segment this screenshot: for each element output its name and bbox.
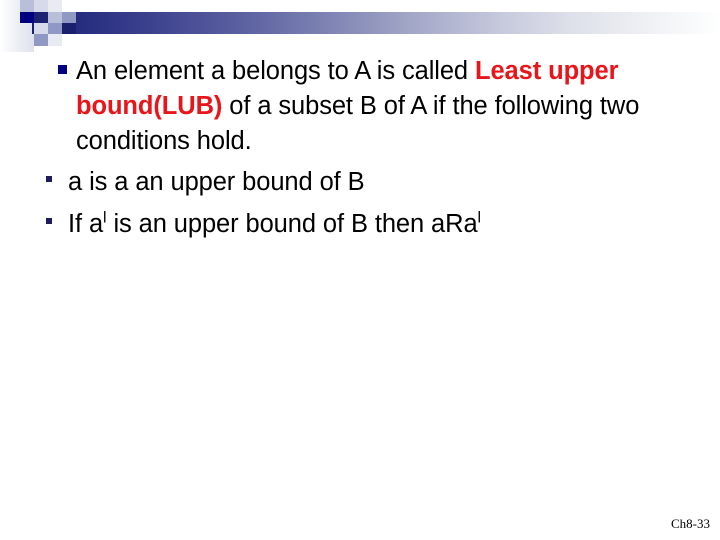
banner-accent-square xyxy=(20,12,34,23)
banner-decor-square xyxy=(62,23,76,34)
square-bullet-icon xyxy=(46,218,52,224)
bullet-segment-text: An element a belongs to A is called xyxy=(76,57,475,85)
square-bullet-icon xyxy=(58,65,67,74)
banner-decor-square xyxy=(48,0,62,12)
bullet-item-condition-1: a is a an upper bound of B xyxy=(0,161,720,203)
banner-decor-square xyxy=(20,0,34,12)
slide-content: An element a belongs to A is called Leas… xyxy=(0,54,720,245)
banner-decor-square xyxy=(34,0,48,12)
banner-decor-square xyxy=(62,12,76,23)
slide-page-label: Ch8-33 xyxy=(671,516,710,531)
slide-top-banner xyxy=(0,0,720,52)
banner-gradient-bar xyxy=(32,12,720,34)
bullet-segment-text: a is a an upper bound of B xyxy=(68,168,365,196)
banner-decor-square xyxy=(48,12,62,23)
bullet-text-condition-1: a is a an upper bound of B xyxy=(68,161,720,203)
bullet-segment-superscript: l xyxy=(477,209,482,227)
bullet-item-definition: An element a belongs to A is called Leas… xyxy=(0,54,720,159)
bullet-text-condition-2: If al is an upper bound of B then aRal xyxy=(68,203,720,245)
banner-decor-square xyxy=(48,23,62,34)
banner-decor-square xyxy=(34,34,48,46)
bullet-text-definition: An element a belongs to A is called Leas… xyxy=(76,54,683,159)
banner-decor-square xyxy=(34,23,48,34)
bullet-item-condition-2: If al is an upper bound of B then aRal xyxy=(0,203,720,245)
bullet-segment-text: If a xyxy=(68,210,104,238)
square-bullet-icon xyxy=(46,176,52,182)
bullet-segment-text: is an upper bound of B then aRa xyxy=(106,210,478,238)
banner-decor-square xyxy=(48,34,62,46)
